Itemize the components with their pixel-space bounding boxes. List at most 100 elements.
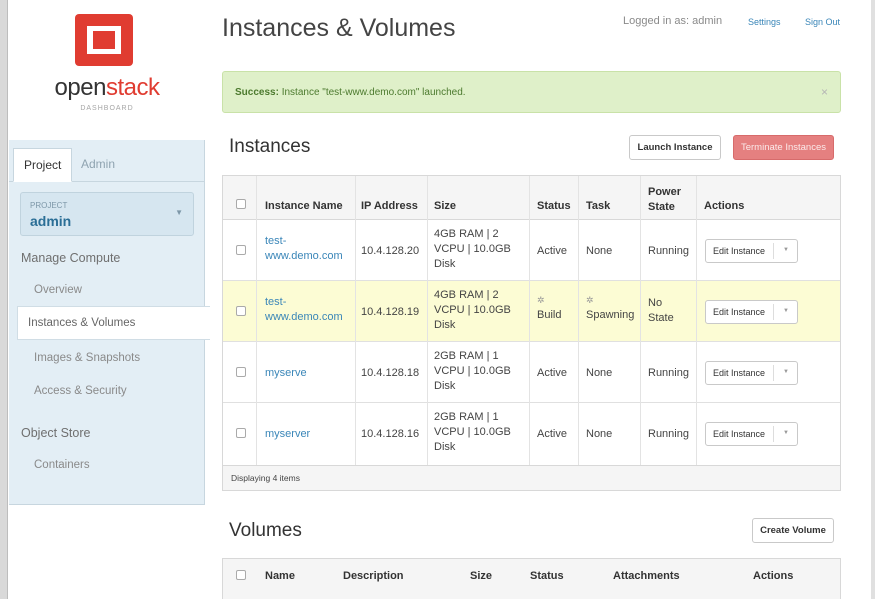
column-power-state[interactable]: Power State bbox=[648, 185, 692, 215]
project-name: admin bbox=[30, 213, 72, 229]
edit-instance-button[interactable]: Edit Instance ▼ bbox=[705, 239, 798, 263]
row-checkbox[interactable] bbox=[236, 428, 246, 438]
instance-ip: 10.4.128.19 bbox=[361, 306, 420, 318]
instance-power-state: No State bbox=[648, 297, 674, 324]
item-count: Displaying 4 items bbox=[231, 473, 300, 483]
table-row: test-www.demo.com 10.4.128.19 4GB RAM | … bbox=[223, 281, 840, 342]
sidebar-tabs: Project Admin bbox=[9, 148, 205, 182]
instance-task: None bbox=[586, 367, 613, 379]
column-description[interactable]: Description bbox=[343, 570, 404, 582]
page-title: Instances & Volumes bbox=[222, 14, 456, 42]
instance-ip: 10.4.128.20 bbox=[361, 245, 420, 257]
column-actions: Actions bbox=[704, 200, 745, 212]
sidebar-item-images-snapshots[interactable]: Images & Snapshots bbox=[34, 352, 140, 364]
sign-out-link[interactable]: Sign Out bbox=[805, 17, 840, 27]
instance-status-cell: ✲ Build bbox=[537, 293, 561, 323]
sidebar: openstack DASHBOARD Project Admin PROJEC… bbox=[9, 0, 205, 505]
logo-area: openstack DASHBOARD bbox=[9, 0, 205, 140]
column-instance-name[interactable]: Instance Name bbox=[265, 200, 343, 212]
tab-project[interactable]: Project bbox=[13, 148, 73, 182]
launch-instance-button[interactable]: Launch Instance bbox=[629, 135, 721, 160]
sidebar-item-instances-volumes[interactable]: Instances & Volumes bbox=[17, 306, 210, 340]
chevron-down-icon[interactable]: ▼ bbox=[783, 369, 789, 375]
button-divider bbox=[773, 243, 774, 259]
logo-text: openstack bbox=[9, 74, 205, 102]
instance-name-link[interactable]: test-www.demo.com bbox=[265, 295, 357, 325]
instance-size: 4GB RAM | 2 VCPU | 10.0GB Disk bbox=[434, 228, 511, 270]
instance-size: 2GB RAM | 1 VCPU | 10.0GB Disk bbox=[434, 350, 511, 392]
edit-instance-label: Edit Instance bbox=[713, 307, 766, 317]
table-row: test-www.demo.com 10.4.128.20 4GB RAM | … bbox=[223, 220, 840, 281]
column-size[interactable]: Size bbox=[470, 570, 492, 582]
instance-ip: 10.4.128.18 bbox=[361, 367, 420, 379]
sidebar-item-overview[interactable]: Overview bbox=[34, 284, 82, 296]
edit-instance-label: Edit Instance bbox=[713, 368, 766, 378]
column-attachments[interactable]: Attachments bbox=[613, 570, 680, 582]
row-checkbox[interactable] bbox=[236, 367, 246, 377]
alert-text: Instance "test-www.demo.com" launched. bbox=[278, 87, 466, 98]
column-size[interactable]: Size bbox=[434, 200, 456, 212]
instance-size: 4GB RAM | 2 VCPU | 10.0GB Disk bbox=[434, 289, 511, 331]
column-divider bbox=[427, 176, 428, 465]
chevron-down-icon[interactable]: ▼ bbox=[783, 308, 789, 314]
project-switcher[interactable]: PROJECT admin ▼ bbox=[20, 192, 194, 236]
column-ip-address[interactable]: IP Address bbox=[361, 200, 418, 212]
instance-status: Active bbox=[537, 428, 567, 440]
volumes-table: Name Description Size Status Attachments… bbox=[222, 558, 841, 599]
chevron-down-icon[interactable]: ▼ bbox=[783, 247, 789, 253]
sidebar-item-access-security[interactable]: Access & Security bbox=[34, 385, 127, 397]
instance-name-link[interactable]: myserve bbox=[265, 366, 307, 381]
sidebar-item-containers[interactable]: Containers bbox=[34, 459, 90, 471]
instance-task-cell: ✲ Spawning bbox=[586, 293, 634, 323]
window-frame-left bbox=[0, 0, 8, 599]
create-volume-button[interactable]: Create Volume bbox=[752, 518, 834, 543]
instance-ip: 10.4.128.16 bbox=[361, 428, 420, 440]
column-task[interactable]: Task bbox=[586, 200, 610, 212]
row-checkbox[interactable] bbox=[236, 245, 246, 255]
terminate-instances-button[interactable]: Terminate Instances bbox=[733, 135, 834, 160]
instance-status: Active bbox=[537, 245, 567, 257]
instance-task: None bbox=[586, 245, 613, 257]
chevron-down-icon[interactable]: ▼ bbox=[783, 430, 789, 436]
instance-power-state: Running bbox=[648, 245, 689, 257]
instance-size: 2GB RAM | 1 VCPU | 10.0GB Disk bbox=[434, 411, 511, 453]
select-all-checkbox[interactable] bbox=[236, 570, 246, 580]
column-divider bbox=[529, 176, 530, 465]
column-divider bbox=[696, 176, 697, 465]
select-all-checkbox[interactable] bbox=[236, 199, 246, 209]
table-row: myserve 10.4.128.18 2GB RAM | 1 VCPU | 1… bbox=[223, 342, 840, 403]
column-divider bbox=[256, 176, 257, 465]
row-checkbox[interactable] bbox=[236, 306, 246, 316]
nav-heading-manage-compute: Manage Compute bbox=[21, 251, 121, 265]
close-icon[interactable]: × bbox=[821, 85, 828, 99]
sidebar-item-label: Instances & Volumes bbox=[28, 317, 136, 329]
column-divider bbox=[355, 176, 356, 465]
logged-in-text: Logged in as: admin bbox=[623, 15, 723, 27]
instance-status: Build bbox=[537, 309, 562, 321]
alert-strong: Success: bbox=[235, 87, 279, 98]
column-status[interactable]: Status bbox=[537, 200, 571, 212]
edit-instance-button[interactable]: Edit Instance ▼ bbox=[705, 422, 798, 446]
instance-task: None bbox=[586, 428, 613, 440]
instance-power-state: Running bbox=[648, 367, 689, 379]
edit-instance-label: Edit Instance bbox=[713, 246, 766, 256]
tab-admin[interactable]: Admin bbox=[71, 148, 125, 182]
instance-name-link[interactable]: myserver bbox=[265, 427, 310, 442]
alert-message: Success: Instance "test-www.demo.com" la… bbox=[235, 87, 466, 98]
table-row: myserver 10.4.128.16 2GB RAM | 1 VCPU | … bbox=[223, 403, 840, 464]
edit-instance-button[interactable]: Edit Instance ▼ bbox=[705, 300, 798, 324]
edit-instance-button[interactable]: Edit Instance ▼ bbox=[705, 361, 798, 385]
button-divider bbox=[773, 426, 774, 442]
spinner-icon: ✲ bbox=[537, 295, 545, 305]
settings-link[interactable]: Settings bbox=[748, 17, 781, 27]
instance-name-link[interactable]: test-www.demo.com bbox=[265, 234, 357, 264]
column-divider bbox=[640, 176, 641, 465]
button-divider bbox=[773, 365, 774, 381]
column-name[interactable]: Name bbox=[265, 570, 295, 582]
volumes-title: Volumes bbox=[229, 520, 302, 541]
column-status[interactable]: Status bbox=[530, 570, 564, 582]
window-frame-right bbox=[871, 0, 875, 599]
project-label: PROJECT bbox=[30, 201, 68, 210]
edit-instance-label: Edit Instance bbox=[713, 429, 766, 439]
chevron-down-icon: ▼ bbox=[175, 208, 183, 217]
